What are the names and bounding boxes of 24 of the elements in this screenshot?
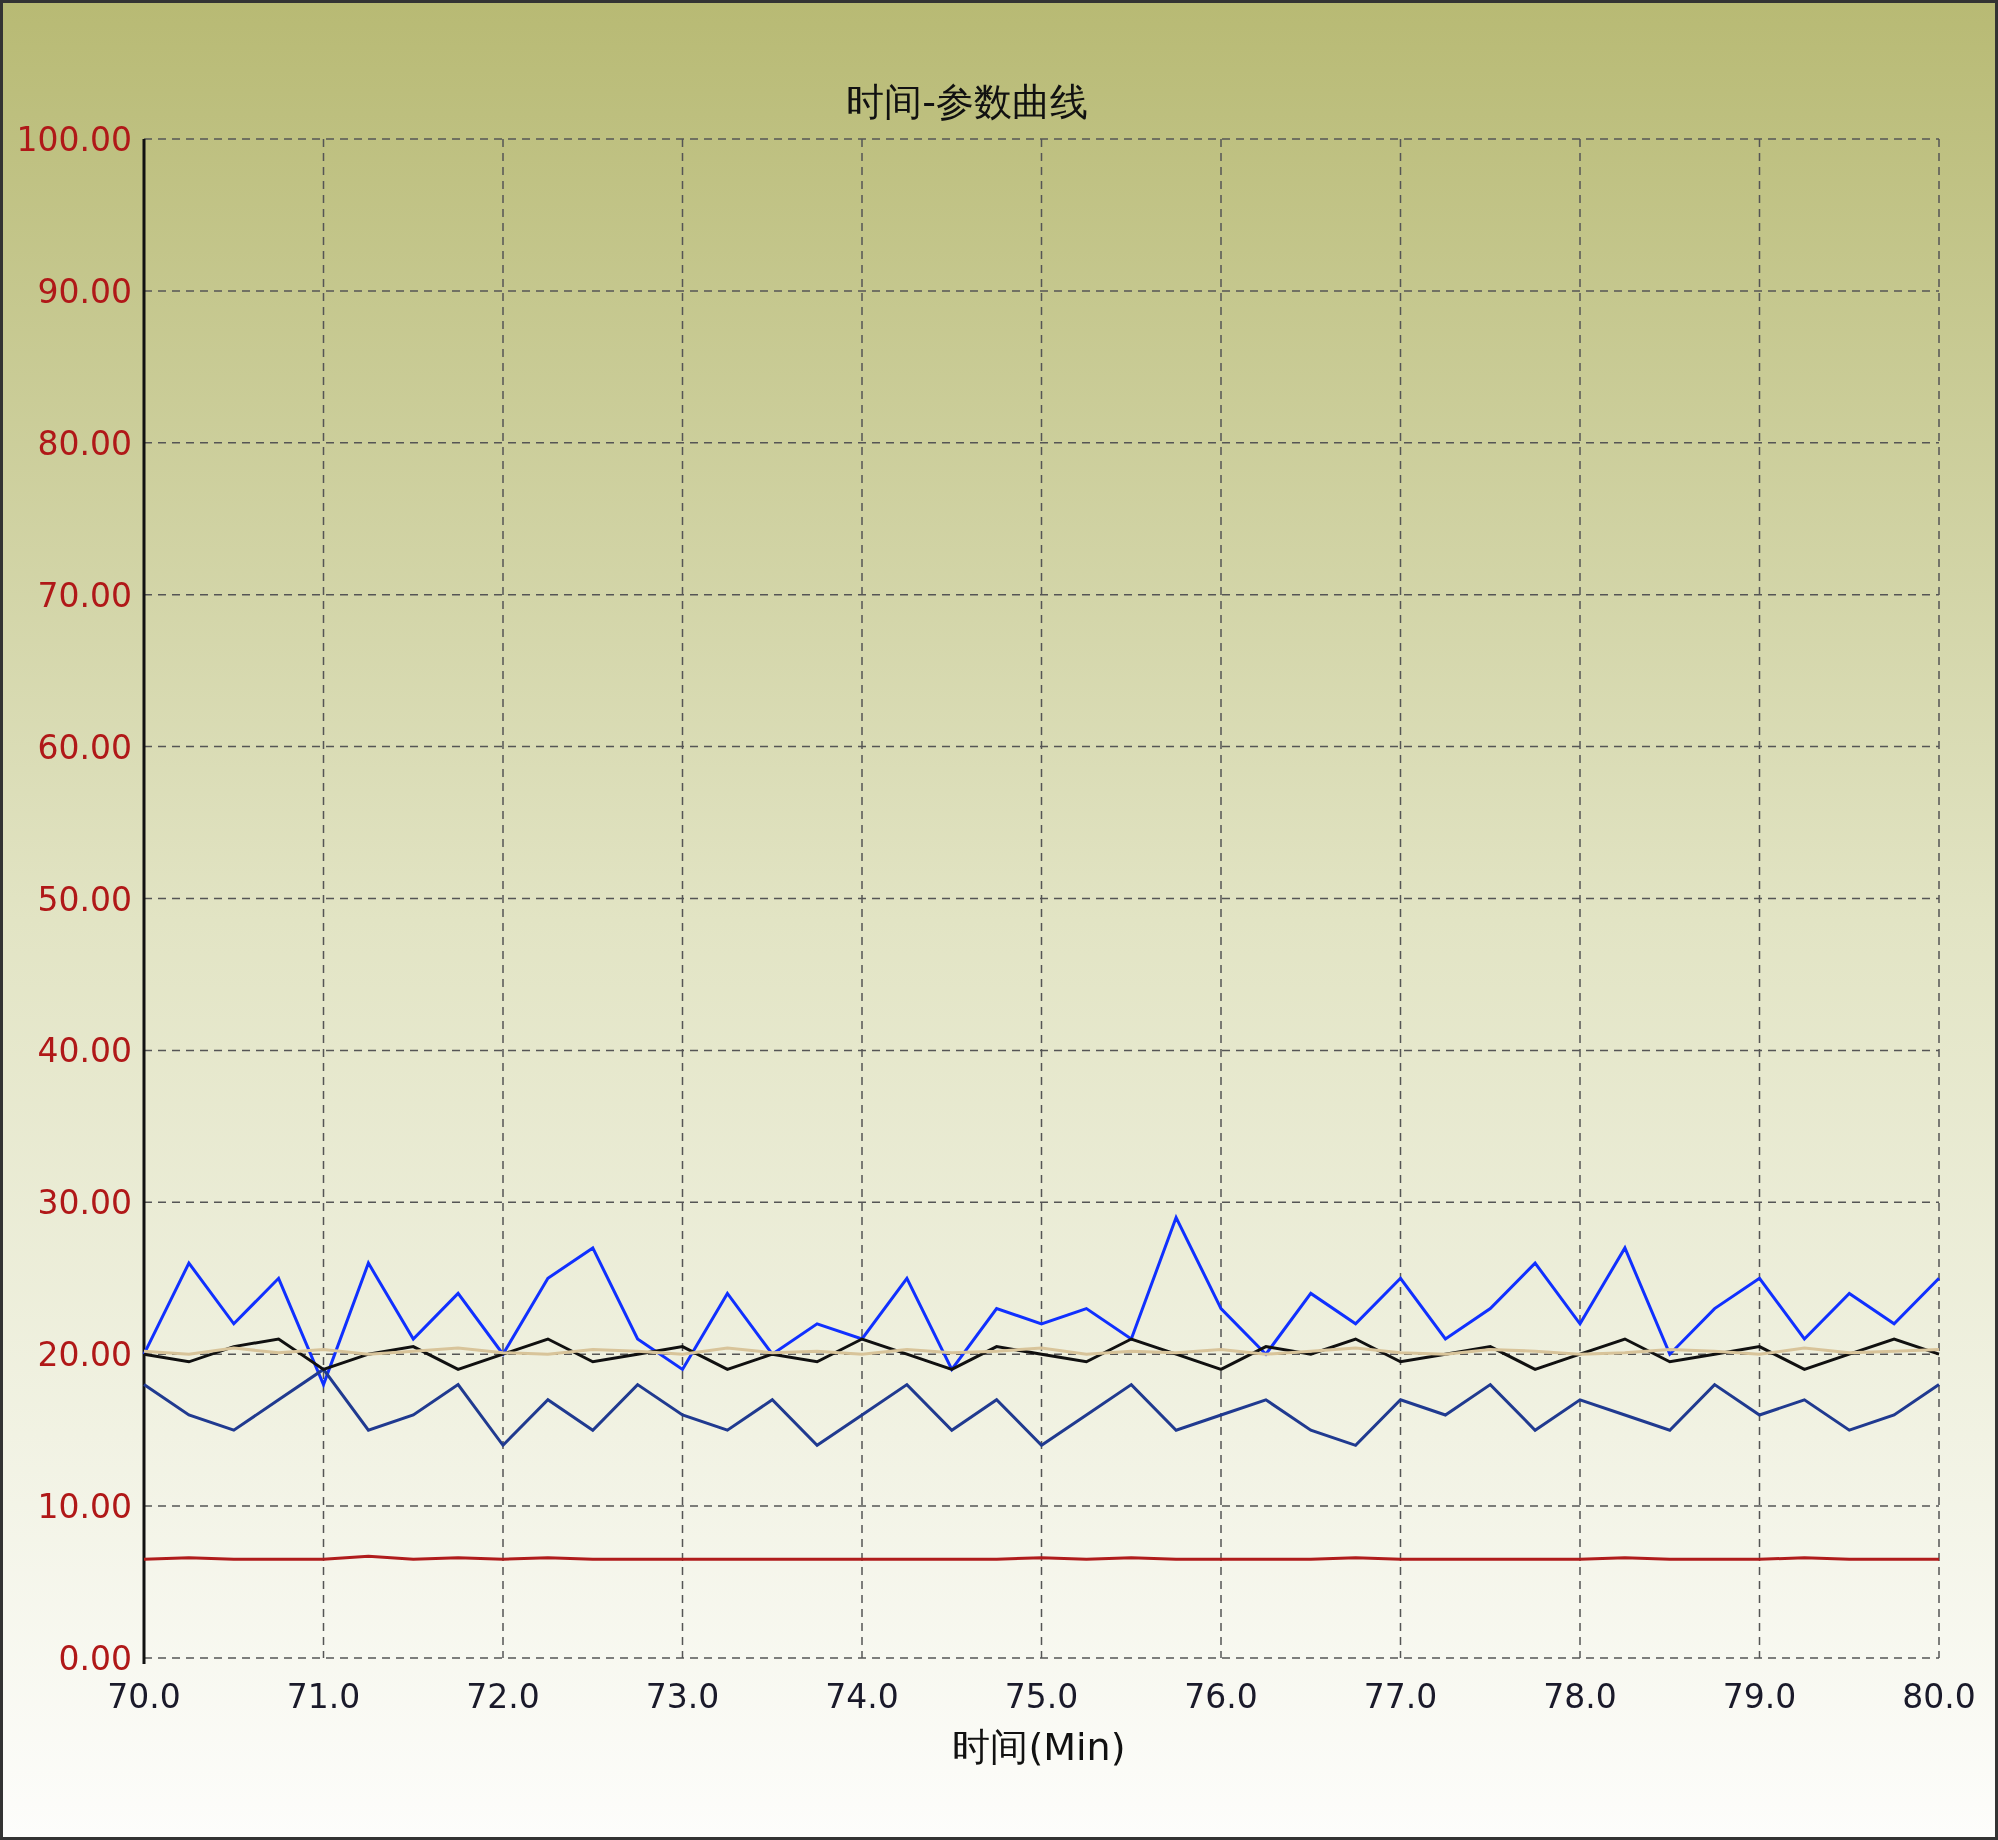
x-tick-label: 76.0 <box>1184 1677 1258 1716</box>
y-tick-label: 100.00 <box>16 120 132 159</box>
x-tick-label: 77.0 <box>1363 1677 1438 1716</box>
x-axis-title: 时间(Min) <box>952 1725 1126 1769</box>
x-tick-label: 73.0 <box>645 1677 720 1716</box>
x-tick-label: 80.0 <box>1902 1677 1976 1716</box>
x-tick-label: 70.0 <box>107 1677 181 1716</box>
y-tick-label: 70.00 <box>37 575 132 615</box>
y-tick-label: 20.00 <box>37 1335 132 1375</box>
x-tick-label: 72.0 <box>466 1677 540 1716</box>
x-tick-label: 71.0 <box>286 1677 361 1716</box>
chart-title: 时间-参数曲线 <box>846 80 1088 124</box>
y-tick-label: 50.00 <box>37 879 132 919</box>
y-tick-label: 80.00 <box>37 423 132 463</box>
x-tick-label: 75.0 <box>1004 1677 1079 1716</box>
x-tick-label: 74.0 <box>825 1677 899 1716</box>
y-tick-label: 90.00 <box>37 271 132 311</box>
y-tick-label: 10.00 <box>37 1487 132 1527</box>
y-tick-label: 0.00 <box>58 1639 132 1678</box>
y-tick-label: 40.00 <box>37 1031 132 1071</box>
x-tick-label: 79.0 <box>1722 1677 1797 1716</box>
x-tick-label: 78.0 <box>1543 1677 1617 1716</box>
y-tick-label: 30.00 <box>37 1183 132 1223</box>
y-tick-label: 60.00 <box>37 727 132 767</box>
